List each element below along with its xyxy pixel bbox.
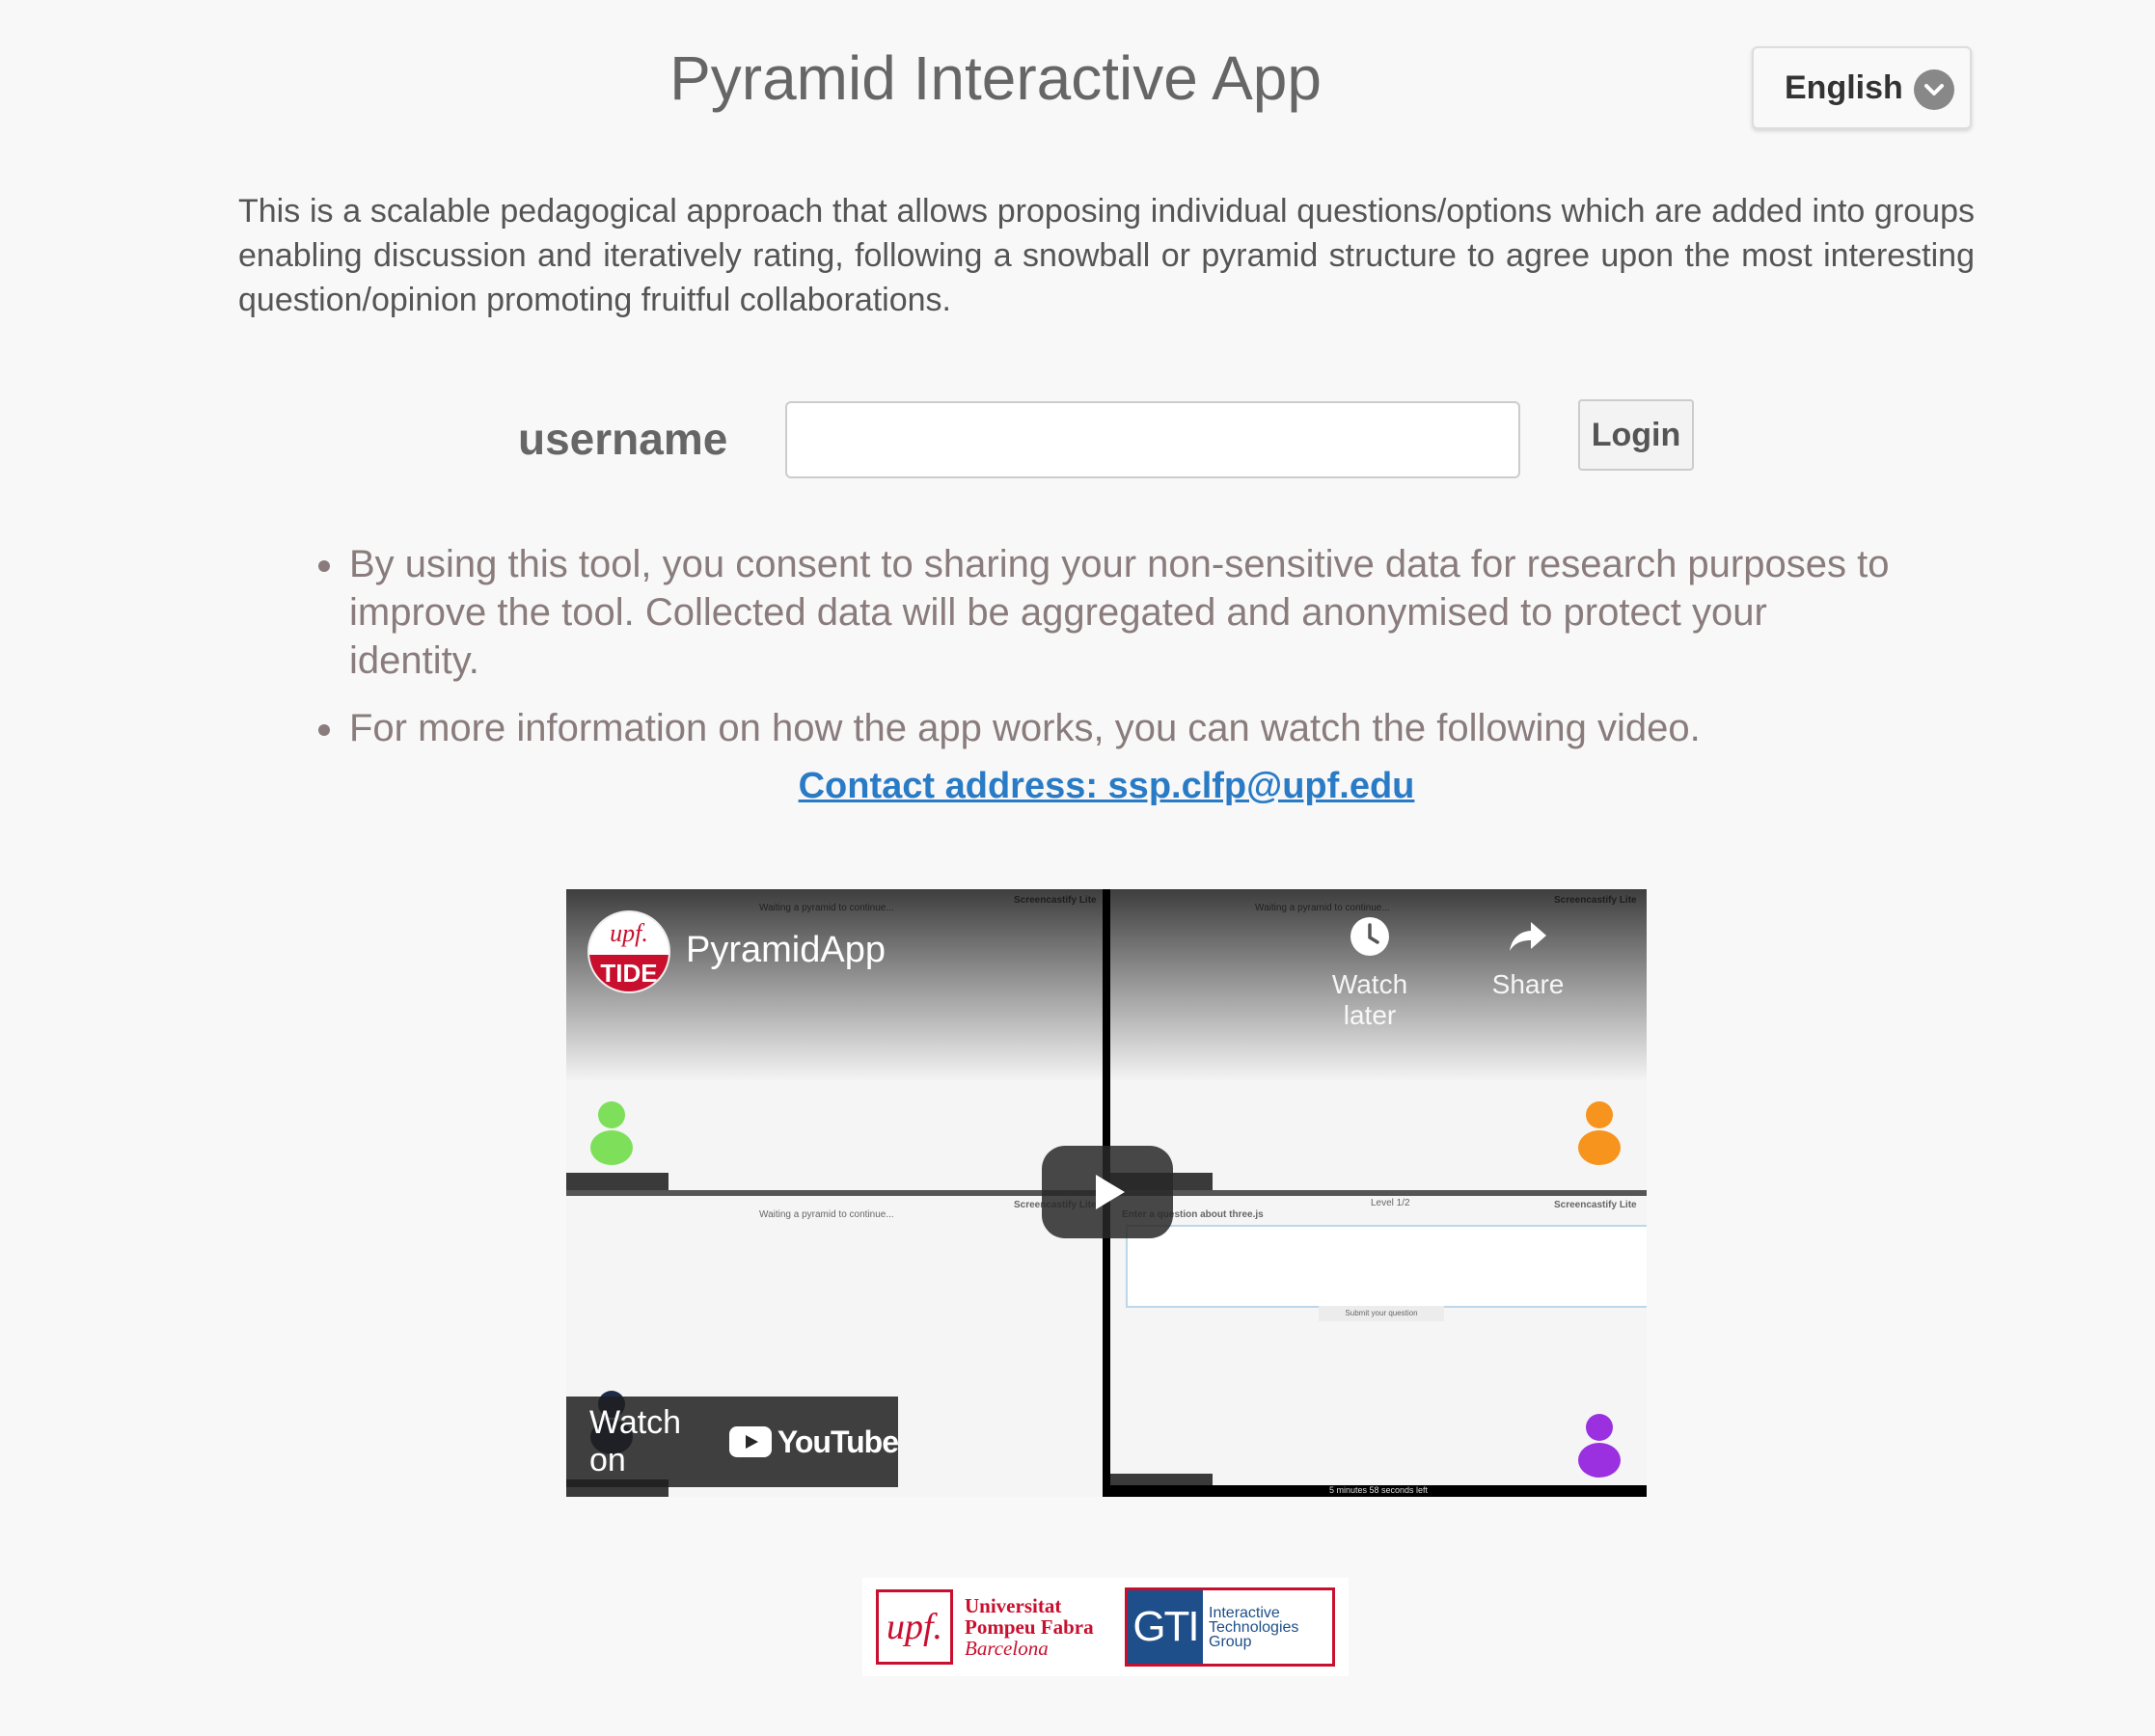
contact-row: Contact address: ssp.clfp@upf.edu xyxy=(0,766,2155,807)
video-embed[interactable]: Waiting a pyramid to continue... Screenc… xyxy=(566,889,1647,1497)
watch-on-label: Watch on xyxy=(589,1404,682,1478)
channel-logo-upf: upf. xyxy=(610,919,648,947)
bullet-icon xyxy=(318,560,330,572)
video-info-text: For more information on how the app work… xyxy=(349,707,1701,749)
gti-mark: GTI xyxy=(1128,1590,1203,1664)
gti-line: Group xyxy=(1209,1633,1252,1650)
clock-icon xyxy=(1350,917,1389,956)
intro-text: This is a scalable pedagogical approach … xyxy=(238,193,1975,318)
channel-logo[interactable]: upf. TIDE xyxy=(587,910,670,993)
contact-link[interactable]: Contact address: ssp.clfp@upf.edu xyxy=(799,766,1415,806)
language-label: English xyxy=(1785,68,1903,106)
watch-later-button[interactable]: Watch later xyxy=(1302,914,1437,1031)
avatar-icon xyxy=(1578,1414,1621,1478)
timer-bar: 5 minutes 58 seconds left xyxy=(1110,1485,1647,1497)
inner-recorder-text: Screencastify Lite xyxy=(1554,1200,1637,1210)
gti-line: Technologies xyxy=(1209,1618,1299,1636)
inner-waiting-text: Waiting a pyramid to continue... xyxy=(759,1209,894,1220)
watch-on-youtube-button[interactable]: Watch on YouTube xyxy=(566,1397,899,1487)
upf-logo: upf. xyxy=(876,1589,953,1665)
channel-logo-tide: TIDE xyxy=(589,955,668,991)
upf-line: Barcelona xyxy=(965,1637,1049,1660)
youtube-wordmark: YouTube xyxy=(777,1424,899,1459)
language-dropdown[interactable]: English xyxy=(1752,46,1972,129)
share-icon xyxy=(1510,922,1546,951)
avatar-icon xyxy=(590,1101,633,1165)
page-title: Pyramid Interactive App xyxy=(669,43,1322,113)
gti-logo: GTI Interactive Technologies Group xyxy=(1125,1587,1335,1667)
username-input[interactable] xyxy=(785,401,1520,478)
inner-level-text: Level 1/2 xyxy=(1371,1198,1410,1208)
share-label: Share xyxy=(1491,969,1565,999)
avatar-icon xyxy=(1578,1101,1621,1165)
youtube-play-icon xyxy=(728,1426,772,1457)
recorder-toolbar xyxy=(566,1173,668,1190)
gti-name: Interactive Technologies Group xyxy=(1209,1604,1299,1650)
upf-line: Pompeu Fabra xyxy=(965,1615,1094,1639)
play-button[interactable] xyxy=(1042,1146,1173,1238)
list-item: For more information on how the app work… xyxy=(318,704,1900,752)
inner-submit-button: Submit your question xyxy=(1319,1306,1444,1321)
timer-text: 5 minutes 58 seconds left xyxy=(1328,1485,1429,1495)
info-list: By using this tool, you consent to shari… xyxy=(318,540,1900,772)
list-item: By using this tool, you consent to shari… xyxy=(318,540,1900,685)
watch-later-label: Watch later xyxy=(1331,969,1408,1030)
play-icon xyxy=(1096,1175,1125,1209)
footer-logos: upf. Universitat Pompeu Fabra Barcelona … xyxy=(862,1578,1349,1676)
login-button[interactable]: Login xyxy=(1578,399,1694,471)
login-form: username Login xyxy=(0,395,2155,482)
inner-question-box xyxy=(1126,1225,1647,1308)
upf-name: Universitat Pompeu Fabra Barcelona xyxy=(965,1595,1117,1659)
bullet-icon xyxy=(318,724,330,736)
chevron-down-icon xyxy=(1914,69,1954,110)
youtube-logo: YouTube xyxy=(728,1424,899,1460)
gti-line: Interactive xyxy=(1209,1604,1280,1621)
share-button[interactable]: Share xyxy=(1460,914,1596,1000)
upf-line: Universitat xyxy=(965,1594,1062,1617)
consent-text: By using this tool, you consent to shari… xyxy=(349,543,1890,682)
video-title[interactable]: PyramidApp xyxy=(686,930,886,971)
username-label: username xyxy=(518,414,728,464)
